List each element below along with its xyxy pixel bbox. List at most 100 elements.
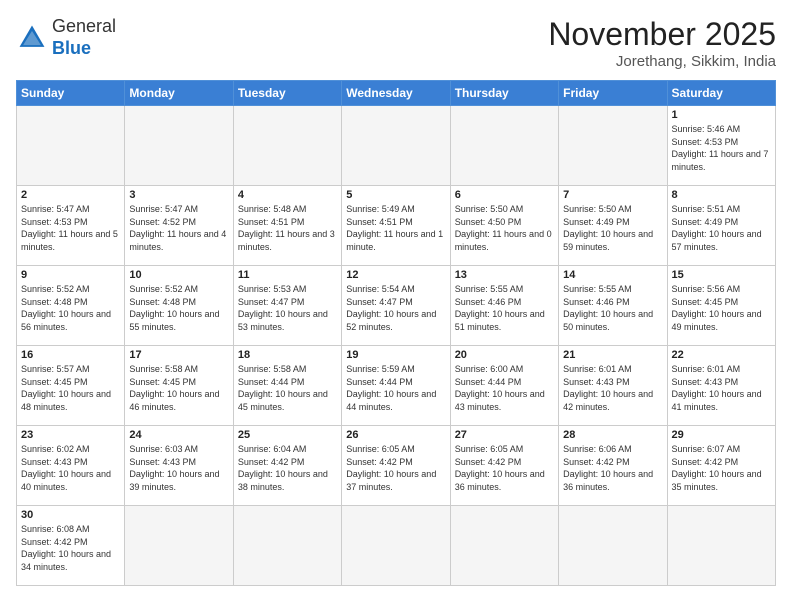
calendar-cell: 22 Sunrise: 6:01 AM Sunset: 4:43 PM Dayli… — [667, 346, 775, 426]
day-number: 1 — [672, 109, 771, 121]
day-info: Sunrise: 5:48 AM Sunset: 4:51 PM Dayligh… — [238, 203, 337, 253]
calendar-cell: 15Sunrise: 5:56 AM Sunset: 4:45 PM Dayli… — [667, 266, 775, 346]
calendar-cell: 19 Sunrise: 5:59 AM Sunset: 4:44 PM Dayli… — [342, 346, 450, 426]
day-number: 26 — [346, 429, 445, 441]
calendar-cell: 24Sunrise: 6:03 AM Sunset: 4:43 PM Dayli… — [125, 426, 233, 506]
calendar-cell — [233, 106, 341, 186]
day-number: 22 — [672, 349, 771, 361]
day-info: Sunrise: 5:58 AM Sunset: 4:45 PM Dayligh… — [129, 363, 228, 413]
day-info: Sunrise: 5:57 AM Sunset: 4:45 PM Dayligh… — [21, 363, 120, 413]
day-info: Sunrise: 5:47 AM Sunset: 4:52 PM Dayligh… — [129, 203, 228, 253]
day-info: Sunrise: 6:07 AM Sunset: 4:42 PM Dayligh… — [672, 443, 771, 493]
calendar-cell — [559, 106, 667, 186]
day-info: Sunrise: 5:49 AM Sunset: 4:51 PM Dayligh… — [346, 203, 445, 253]
calendar-cell: 1Sunrise: 5:46 AM Sunset: 4:53 PM Daylig… — [667, 106, 775, 186]
day-number: 29 — [672, 429, 771, 441]
weekday-saturday: Saturday — [667, 81, 775, 106]
calendar-week-row: 16 Sunrise: 5:57 AM Sunset: 4:45 PM Dayli… — [17, 346, 776, 426]
calendar-cell: 29 Sunrise: 6:07 AM Sunset: 4:42 PM Dayli… — [667, 426, 775, 506]
day-number: 18 — [238, 349, 337, 361]
calendar-cell: 6 Sunrise: 5:50 AM Sunset: 4:50 PM Daylig… — [450, 186, 558, 266]
calendar-cell: 8Sunrise: 5:51 AM Sunset: 4:49 PM Daylig… — [667, 186, 775, 266]
day-info: Sunrise: 6:00 AM Sunset: 4:44 PM Dayligh… — [455, 363, 554, 413]
day-number: 21 — [563, 349, 662, 361]
calendar-week-row: 23 Sunrise: 6:02 AM Sunset: 4:43 PM Dayli… — [17, 426, 776, 506]
day-number: 4 — [238, 189, 337, 201]
day-info: Sunrise: 5:59 AM Sunset: 4:44 PM Dayligh… — [346, 363, 445, 413]
day-number: 13 — [455, 269, 554, 281]
calendar-subtitle: Jorethang, Sikkim, India — [548, 53, 776, 70]
day-info: Sunrise: 5:55 AM Sunset: 4:46 PM Dayligh… — [563, 283, 662, 333]
day-number: 24 — [129, 429, 228, 441]
day-info: Sunrise: 5:58 AM Sunset: 4:44 PM Dayligh… — [238, 363, 337, 413]
title-block: November 2025 Jorethang, Sikkim, India — [548, 16, 776, 70]
logo: General Blue — [16, 16, 116, 59]
day-number: 10 — [129, 269, 228, 281]
day-info: Sunrise: 5:47 AM Sunset: 4:53 PM Dayligh… — [21, 203, 120, 253]
calendar-cell: 17 Sunrise: 5:58 AM Sunset: 4:45 PM Dayli… — [125, 346, 233, 426]
day-info: Sunrise: 6:01 AM Sunset: 4:43 PM Dayligh… — [672, 363, 771, 413]
day-number: 25 — [238, 429, 337, 441]
day-info: Sunrise: 5:50 AM Sunset: 4:49 PM Dayligh… — [563, 203, 662, 253]
calendar-cell: 20Sunrise: 6:00 AM Sunset: 4:44 PM Dayli… — [450, 346, 558, 426]
day-number: 19 — [346, 349, 445, 361]
calendar-cell: 21 Sunrise: 6:01 AM Sunset: 4:43 PM Dayli… — [559, 346, 667, 426]
logo-general: General — [52, 16, 116, 36]
day-number: 23 — [21, 429, 120, 441]
day-number: 7 — [563, 189, 662, 201]
logo-icon — [16, 22, 48, 54]
day-number: 3 — [129, 189, 228, 201]
calendar-cell: 13 Sunrise: 5:55 AM Sunset: 4:46 PM Dayli… — [450, 266, 558, 346]
calendar-table: SundayMondayTuesdayWednesdayThursdayFrid… — [16, 80, 776, 586]
day-number: 28 — [563, 429, 662, 441]
calendar-week-row: 30Sunrise: 6:08 AM Sunset: 4:42 PM Dayli… — [17, 506, 776, 586]
calendar-cell — [450, 106, 558, 186]
calendar-week-row: 2 Sunrise: 5:47 AM Sunset: 4:53 PM Daylig… — [17, 186, 776, 266]
day-number: 5 — [346, 189, 445, 201]
day-info: Sunrise: 5:53 AM Sunset: 4:47 PM Dayligh… — [238, 283, 337, 333]
day-info: Sunrise: 6:06 AM Sunset: 4:42 PM Dayligh… — [563, 443, 662, 493]
day-info: Sunrise: 5:50 AM Sunset: 4:50 PM Dayligh… — [455, 203, 554, 253]
weekday-tuesday: Tuesday — [233, 81, 341, 106]
weekday-wednesday: Wednesday — [342, 81, 450, 106]
weekday-sunday: Sunday — [17, 81, 125, 106]
weekday-monday: Monday — [125, 81, 233, 106]
calendar-cell: 23 Sunrise: 6:02 AM Sunset: 4:43 PM Dayli… — [17, 426, 125, 506]
day-number: 8 — [672, 189, 771, 201]
day-number: 12 — [346, 269, 445, 281]
day-info: Sunrise: 5:55 AM Sunset: 4:46 PM Dayligh… — [455, 283, 554, 333]
day-number: 9 — [21, 269, 120, 281]
calendar-cell: 3 Sunrise: 5:47 AM Sunset: 4:52 PM Daylig… — [125, 186, 233, 266]
calendar-cell: 9 Sunrise: 5:52 AM Sunset: 4:48 PM Daylig… — [17, 266, 125, 346]
day-number: 6 — [455, 189, 554, 201]
weekday-header-row: SundayMondayTuesdayWednesdayThursdayFrid… — [17, 81, 776, 106]
day-info: Sunrise: 6:01 AM Sunset: 4:43 PM Dayligh… — [563, 363, 662, 413]
calendar-cell: 12 Sunrise: 5:54 AM Sunset: 4:47 PM Dayli… — [342, 266, 450, 346]
day-number: 2 — [21, 189, 120, 201]
day-info: Sunrise: 5:52 AM Sunset: 4:48 PM Dayligh… — [21, 283, 120, 333]
day-number: 11 — [238, 269, 337, 281]
day-number: 17 — [129, 349, 228, 361]
calendar-cell: 26 Sunrise: 6:05 AM Sunset: 4:42 PM Dayli… — [342, 426, 450, 506]
day-number: 27 — [455, 429, 554, 441]
calendar-cell: 16 Sunrise: 5:57 AM Sunset: 4:45 PM Dayli… — [17, 346, 125, 426]
calendar-cell: 7 Sunrise: 5:50 AM Sunset: 4:49 PM Daylig… — [559, 186, 667, 266]
day-info: Sunrise: 5:54 AM Sunset: 4:47 PM Dayligh… — [346, 283, 445, 333]
calendar-cell: 28 Sunrise: 6:06 AM Sunset: 4:42 PM Dayli… — [559, 426, 667, 506]
calendar-cell: 14Sunrise: 5:55 AM Sunset: 4:46 PM Dayli… — [559, 266, 667, 346]
calendar-cell — [125, 506, 233, 586]
calendar-cell: 4 Sunrise: 5:48 AM Sunset: 4:51 PM Daylig… — [233, 186, 341, 266]
calendar-cell — [667, 506, 775, 586]
day-number: 30 — [21, 509, 120, 521]
page-header: General Blue November 2025 Jorethang, Si… — [16, 16, 776, 70]
calendar-cell: 2 Sunrise: 5:47 AM Sunset: 4:53 PM Daylig… — [17, 186, 125, 266]
calendar-cell — [450, 506, 558, 586]
calendar-cell — [17, 106, 125, 186]
calendar-cell: 30Sunrise: 6:08 AM Sunset: 4:42 PM Dayli… — [17, 506, 125, 586]
calendar-cell: 27Sunrise: 6:05 AM Sunset: 4:42 PM Dayli… — [450, 426, 558, 506]
calendar-cell: 11 Sunrise: 5:53 AM Sunset: 4:47 PM Dayli… — [233, 266, 341, 346]
calendar-cell — [559, 506, 667, 586]
day-info: Sunrise: 6:05 AM Sunset: 4:42 PM Dayligh… — [346, 443, 445, 493]
day-number: 16 — [21, 349, 120, 361]
day-info: Sunrise: 6:02 AM Sunset: 4:43 PM Dayligh… — [21, 443, 120, 493]
